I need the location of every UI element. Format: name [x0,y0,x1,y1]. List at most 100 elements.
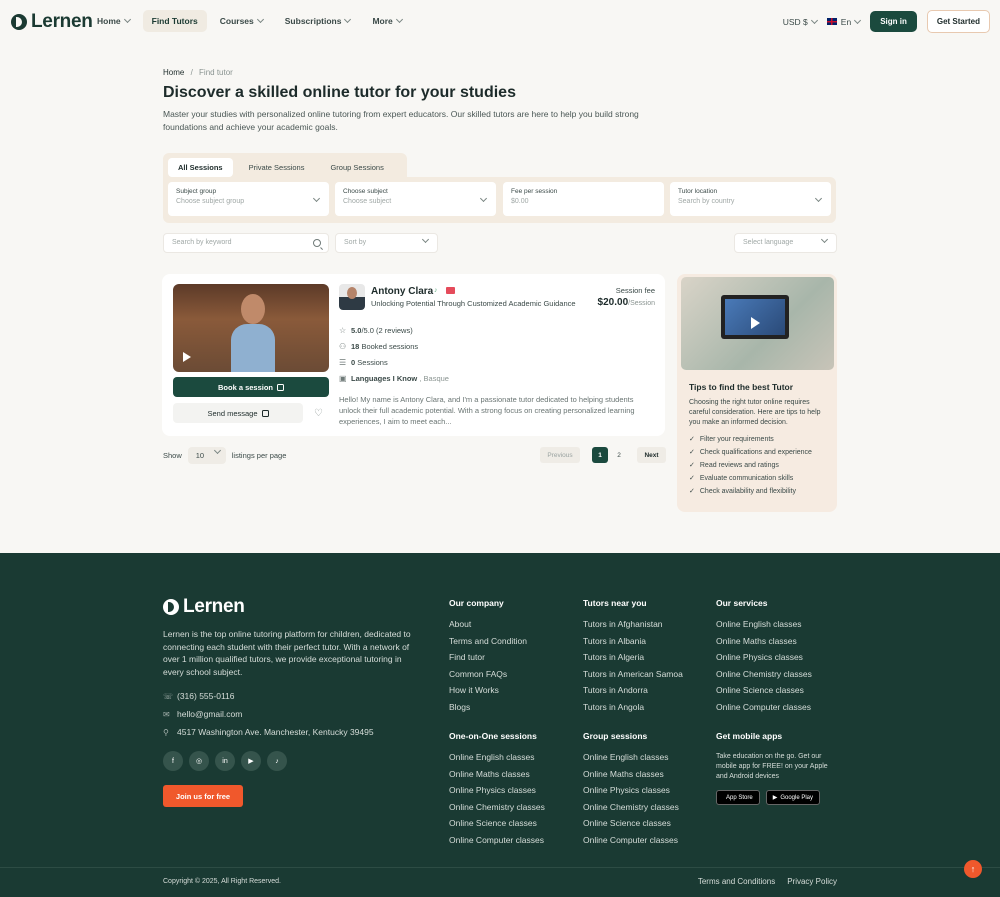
footer-link[interactable]: Tutors in Angola [583,702,683,719]
footer-email[interactable]: ✉ hello@gmail.com [163,709,242,719]
tips-video-thumbnail[interactable] [681,277,834,370]
privacy-link[interactable]: Privacy Policy [787,877,837,886]
tab-group-sessions[interactable]: Group Sessions [320,158,393,177]
tab-private-sessions[interactable]: Private Sessions [239,158,315,177]
footer-link[interactable]: Online English classes [449,752,545,769]
subject-select[interactable]: Choose subject Choose subject [335,182,496,216]
nav-find-tutors[interactable]: Find Tutors [142,10,207,32]
currency-select[interactable]: USD $ [783,16,818,27]
footer-link[interactable]: Tutors in American Samoa [583,669,683,686]
language-select[interactable]: En [826,16,862,27]
per-page-value: 10 [195,451,205,460]
footer-link[interactable]: Online English classes [716,619,812,636]
per-page-select[interactable]: 10 [187,446,226,464]
nav-subscriptions[interactable]: Subscriptions [276,10,360,32]
footer-link[interactable]: Online Maths classes [449,769,545,786]
tutor-location-select[interactable]: Tutor location Search by country [670,182,831,216]
keyword-search-input[interactable]: Search by keyword [163,233,329,253]
language-filter-select[interactable]: Select language [734,233,837,253]
language-icon: ▣ [339,373,347,383]
footer-link[interactable]: How it Works [449,685,527,702]
book-session-button[interactable]: Book a session [173,377,329,397]
footer-link[interactable]: Tutors in Afghanistan [583,619,683,636]
tutor-languages: ▣ Languages I Know , Basque [339,374,449,383]
scroll-to-top-button[interactable]: ↑ [964,860,982,878]
footer-logo[interactable]: Lernen [163,596,245,618]
tab-all-sessions[interactable]: All Sessions [168,157,233,177]
brand-name: Lernen [31,11,93,32]
footer-col-title: Tutors near you [583,598,647,608]
heart-icon[interactable]: ♡ [314,408,323,419]
instagram-icon[interactable]: ◎ [189,751,209,771]
previous-page-button[interactable]: Previous [540,447,580,463]
play-icon[interactable] [183,352,191,362]
footer-col-title: Our company [449,598,504,608]
footer-phone[interactable]: ☏ (316) 555-0116 [163,691,235,701]
footer-link[interactable]: Find tutor [449,652,527,669]
site-footer: Lernen Lernen is the top online tutoring… [0,553,1000,897]
footer-link[interactable]: Online Computer classes [583,835,679,852]
footer-link[interactable]: Tutors in Algeria [583,652,683,669]
nav-courses[interactable]: Courses [211,10,272,32]
footer-link[interactable]: Online Science classes [449,818,545,835]
next-page-button[interactable]: Next [637,447,666,463]
tutor-name[interactable]: Antony Clara [371,286,433,297]
verified-icon: ♪ [434,287,438,294]
get-started-button[interactable]: Get Started [926,10,990,33]
subject-group-select[interactable]: Subject group Choose subject group [168,182,329,216]
youtube-icon[interactable]: ▶ [241,751,261,771]
breadcrumb-home[interactable]: Home [163,68,184,77]
footer-link[interactable]: Online Maths classes [716,636,812,653]
footer-link[interactable]: Online Chemistry classes [449,802,545,819]
footer-link[interactable]: Online Computer classes [449,835,545,852]
footer-link[interactable]: Common FAQs [449,669,527,686]
search-icon[interactable] [313,239,321,247]
fee-input[interactable]: Fee per session $0.00 [503,182,664,216]
join-free-button[interactable]: Join us for free [163,785,243,807]
sign-in-button[interactable]: Sign in [870,11,917,32]
footer-link[interactable]: Blogs [449,702,527,719]
country-flag-icon [446,287,455,294]
footer-link[interactable]: About [449,619,527,636]
tiktok-icon[interactable]: ♪ [267,751,287,771]
footer-link[interactable]: Online Physics classes [583,785,679,802]
footer-link[interactable]: Online Science classes [716,685,812,702]
facebook-icon[interactable]: f [163,751,183,771]
play-icon[interactable] [751,317,760,329]
footer-link[interactable]: Online Physics classes [449,785,545,802]
sort-placeholder: Sort by [344,239,367,246]
send-message-button[interactable]: Send message [173,403,303,423]
footer-link[interactable]: Tutors in Andorra [583,685,683,702]
social-links: f ◎ in ▶ ♪ [163,751,287,771]
app-store-button[interactable]: App Store [716,790,760,805]
footer-link[interactable]: Online Physics classes [716,652,812,669]
footer-link[interactable]: Terms and Condition [449,636,527,653]
send-message-label: Send message [207,408,258,418]
terms-link[interactable]: Terms and Conditions [698,877,775,886]
book-session-label: Book a session [217,382,274,392]
search-placeholder: Search by keyword [172,239,232,246]
tips-title: Tips to find the best Tutor [689,382,794,392]
footer-link[interactable]: Tutors in Albania [583,636,683,653]
nav-find-tutors-label: Find Tutors [151,16,198,26]
chevron-down-icon [344,15,352,24]
footer-link[interactable]: Online Science classes [583,818,679,835]
footer-col-title: Get mobile apps [716,731,783,741]
nav-home[interactable]: Home [88,10,139,32]
footer-link[interactable]: Online English classes [583,752,679,769]
footer-link[interactable]: Online Chemistry classes [583,802,679,819]
sort-select[interactable]: Sort by [335,233,438,253]
google-play-button[interactable]: ▶ Google Play [765,790,820,805]
footer-link[interactable]: Online Computer classes [716,702,812,719]
linkedin-icon[interactable]: in [215,751,235,771]
page-1-button[interactable]: 1 [592,447,608,463]
breadcrumb-separator: / [190,68,193,77]
footer-link[interactable]: Online Chemistry classes [716,669,812,686]
video-person-body [231,324,275,372]
brand-logo[interactable]: Lernen [11,11,93,33]
footer-link[interactable]: Online Maths classes [583,769,679,786]
tutor-intro-video[interactable] [173,284,329,372]
page-2-button[interactable]: 2 [611,447,627,463]
header-actions: USD $ En Sign in Get Started [783,10,990,33]
nav-more[interactable]: More [363,10,410,32]
